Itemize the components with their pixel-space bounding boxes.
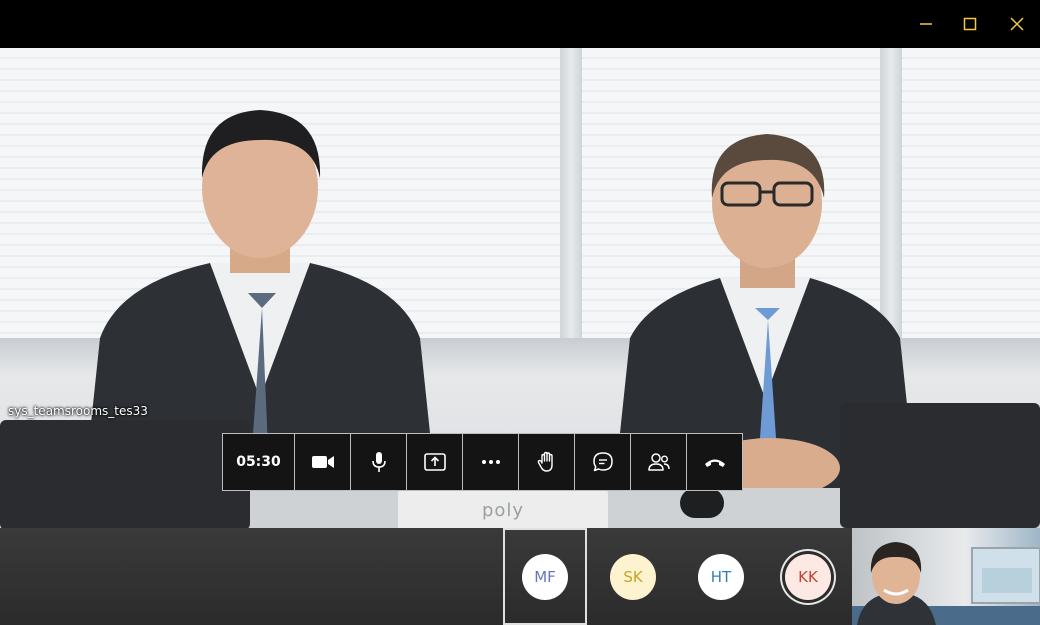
participants-icon	[647, 453, 670, 471]
participant-tile-sk[interactable]: SK	[591, 528, 675, 625]
laptop-left	[0, 420, 250, 528]
microphone-icon	[371, 452, 386, 472]
avatar: SK	[610, 553, 656, 600]
avatar: KK	[785, 553, 831, 600]
close-icon	[1010, 17, 1024, 31]
video-camera-icon	[311, 456, 334, 468]
self-view-video[interactable]	[852, 528, 1040, 625]
participant-tile-ht[interactable]: HT	[679, 528, 763, 625]
title-bar	[0, 0, 1040, 48]
participant-name-tag: sys_teamsrooms_tes33	[8, 404, 148, 418]
share-screen-icon	[423, 453, 446, 471]
raise-hand-button[interactable]	[519, 434, 575, 490]
mouse	[680, 488, 724, 518]
close-button[interactable]	[1002, 10, 1032, 38]
window-post	[560, 48, 582, 348]
share-screen-button[interactable]	[407, 434, 463, 490]
poly-device: poly	[398, 488, 608, 528]
microphone-button[interactable]	[351, 434, 407, 490]
hang-up-button[interactable]	[687, 434, 742, 490]
minimize-icon	[920, 23, 932, 25]
raise-hand-icon	[537, 451, 553, 472]
call-timer: 05:30	[223, 434, 295, 490]
chat-icon	[592, 452, 613, 472]
self-view-person	[852, 542, 1040, 625]
more-options-button[interactable]	[463, 434, 519, 490]
chat-button[interactable]	[575, 434, 631, 490]
participant-tile-mf[interactable]: MF	[503, 528, 587, 625]
hang-up-icon	[704, 459, 725, 467]
participants-button[interactable]	[631, 434, 687, 490]
maximize-button[interactable]	[955, 10, 985, 38]
poly-brand-label: poly	[481, 499, 525, 521]
participant-tile-kk[interactable]: KK	[766, 528, 850, 625]
avatar: HT	[698, 553, 744, 600]
avatar: MF	[522, 553, 568, 600]
camera-button[interactable]	[295, 434, 351, 490]
laptop-right	[840, 403, 1040, 528]
maximize-icon	[963, 17, 977, 31]
call-controls-toolbar: 05:30	[222, 433, 743, 491]
minimize-button[interactable]	[911, 10, 941, 38]
more-options-icon	[481, 460, 500, 464]
